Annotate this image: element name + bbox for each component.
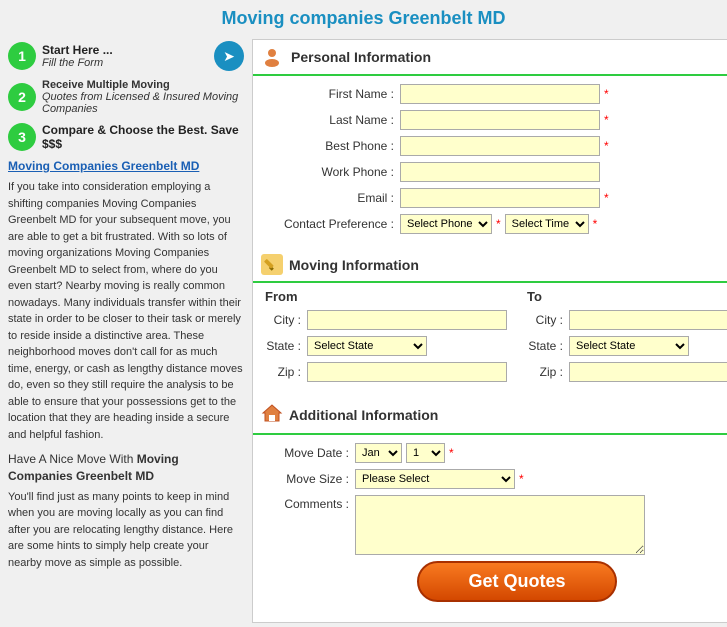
- from-zip-label: Zip :: [265, 365, 307, 379]
- email-label: Email :: [265, 191, 400, 205]
- first-name-input[interactable]: [400, 84, 600, 104]
- step-1-arrow: [214, 41, 244, 71]
- sidebar-body-text2: You'll find just as many points to keep …: [8, 489, 244, 572]
- from-city-input[interactable]: [307, 310, 507, 330]
- contact-time-select[interactable]: Select Time Morning Afternoon Evening: [505, 214, 589, 234]
- from-zip-input[interactable]: [307, 362, 507, 382]
- contact-phone-required: *: [496, 217, 501, 231]
- last-name-required: *: [604, 113, 609, 127]
- to-state-row: State : Select State AlabamaAlaskaArizon…: [527, 336, 727, 356]
- contact-pref-row: Contact Preference : Select Phone Cell P…: [265, 214, 727, 234]
- house-icon: [261, 402, 283, 427]
- last-name-label: Last Name :: [265, 113, 400, 127]
- step-3-text: Compare & Choose the Best. Save $$$: [42, 123, 244, 151]
- to-col: To City : State : Select State AlabamaAl…: [527, 289, 727, 388]
- sidebar: 1 Start Here ... Fill the Form 2 Receive…: [0, 35, 252, 627]
- step-2-line2: Quotes from Licensed & Insured Moving Co…: [42, 91, 238, 115]
- first-name-label: First Name :: [265, 87, 400, 101]
- best-phone-label: Best Phone :: [265, 139, 400, 153]
- from-state-label: State :: [265, 339, 307, 353]
- comments-textarea[interactable]: [355, 495, 645, 555]
- personal-section-title: Personal Information: [291, 49, 431, 65]
- step-2: 2 Receive Multiple Moving Quotes from Li…: [8, 79, 244, 115]
- to-state-label: State :: [527, 339, 569, 353]
- contact-pref-label: Contact Preference :: [265, 217, 400, 231]
- moving-cols: From City : State : Select State Alabama…: [253, 283, 727, 396]
- additional-section-title: Additional Information: [289, 407, 438, 423]
- page-title: Moving companies Greenbelt MD: [0, 0, 727, 35]
- from-state-select[interactable]: Select State AlabamaAlaskaArizona Arkans…: [307, 336, 427, 356]
- personal-section-header: Personal Information: [253, 40, 727, 76]
- sidebar-link[interactable]: Moving Companies Greenbelt MD: [8, 159, 244, 173]
- last-name-row: Last Name : *: [265, 110, 727, 130]
- work-phone-input[interactable]: [400, 162, 600, 182]
- to-city-row: City :: [527, 310, 727, 330]
- from-col: From City : State : Select State Alabama…: [265, 289, 507, 388]
- contact-pref-controls: Select Phone Cell Phone Home Phone Work …: [400, 214, 597, 234]
- contact-time-required: *: [593, 217, 598, 231]
- to-zip-row: Zip :: [527, 362, 727, 382]
- contact-phone-select[interactable]: Select Phone Cell Phone Home Phone Work …: [400, 214, 492, 234]
- comments-row: Comments :: [265, 495, 727, 555]
- step-3-line1: Compare & Choose the Best. Save $$$: [42, 123, 244, 151]
- step-1: 1 Start Here ... Fill the Form: [8, 41, 244, 71]
- step-1-line1: Start Here ...: [42, 43, 214, 57]
- step-1-text: Start Here ... Fill the Form: [42, 43, 214, 69]
- last-name-input[interactable]: [400, 110, 600, 130]
- step-3-number: 3: [8, 123, 36, 151]
- move-date-month-select[interactable]: JanFebMarApr MayJunJulAug SepOctNovDec: [355, 443, 402, 463]
- step-1-number: 1: [8, 42, 36, 70]
- from-city-label: City :: [265, 313, 307, 327]
- step-2-line1: Receive Multiple Moving: [42, 79, 170, 91]
- personal-section-body: First Name : * Last Name : * Best Phone …: [253, 76, 727, 248]
- email-row: Email : *: [265, 188, 727, 208]
- move-date-label: Move Date :: [265, 446, 355, 460]
- to-zip-label: Zip :: [527, 365, 569, 379]
- pencil-icon: [261, 254, 283, 275]
- to-state-select[interactable]: Select State AlabamaAlaskaArizona Arkans…: [569, 336, 689, 356]
- move-size-label: Move Size :: [265, 472, 355, 486]
- person-icon: [261, 46, 283, 68]
- moving-section-title: Moving Information: [289, 257, 419, 273]
- additional-section-header: Additional Information: [253, 396, 727, 435]
- first-name-row: First Name : *: [265, 84, 727, 104]
- work-phone-label: Work Phone :: [265, 165, 400, 179]
- from-label: From: [265, 289, 507, 304]
- from-state-row: State : Select State AlabamaAlaskaArizon…: [265, 336, 507, 356]
- to-label: To: [527, 289, 727, 304]
- move-size-required: *: [519, 472, 524, 486]
- to-city-label: City :: [527, 313, 569, 327]
- move-date-day-select[interactable]: 12345 678910 1112131415 1617181920 21222…: [406, 443, 445, 463]
- move-size-select[interactable]: Please Select Studio 1 Bedroom 2 Bedroom…: [355, 469, 515, 489]
- best-phone-required: *: [604, 139, 609, 153]
- from-city-row: City :: [265, 310, 507, 330]
- moving-section-header: Moving Information: [253, 248, 727, 283]
- best-phone-row: Best Phone : *: [265, 136, 727, 156]
- step-3: 3 Compare & Choose the Best. Save $$$: [8, 123, 244, 151]
- work-phone-row: Work Phone :: [265, 162, 727, 182]
- step-2-number: 2: [8, 83, 36, 111]
- step-1-line2: Fill the Form: [42, 57, 214, 69]
- from-zip-row: Zip :: [265, 362, 507, 382]
- move-date-row: Move Date : JanFebMarApr MayJunJulAug Se…: [265, 443, 727, 463]
- to-city-input[interactable]: [569, 310, 727, 330]
- sidebar-subheading: Have A Nice Move With Moving Companies G…: [8, 451, 244, 485]
- best-phone-input[interactable]: [400, 136, 600, 156]
- get-quotes-button[interactable]: Get Quotes: [417, 561, 617, 602]
- move-size-row: Move Size : Please Select Studio 1 Bedro…: [265, 469, 727, 489]
- sidebar-body-text: If you take into consideration employing…: [8, 179, 244, 443]
- step-2-text: Receive Multiple Moving Quotes from Lice…: [42, 79, 244, 115]
- email-input[interactable]: [400, 188, 600, 208]
- email-required: *: [604, 191, 609, 205]
- to-zip-input[interactable]: [569, 362, 727, 382]
- form-panel: Personal Information First Name : * Last…: [252, 39, 727, 623]
- first-name-required: *: [604, 87, 609, 101]
- additional-section-body: Move Date : JanFebMarApr MayJunJulAug Se…: [253, 435, 727, 622]
- comments-label: Comments :: [265, 495, 355, 511]
- move-date-required: *: [449, 446, 454, 460]
